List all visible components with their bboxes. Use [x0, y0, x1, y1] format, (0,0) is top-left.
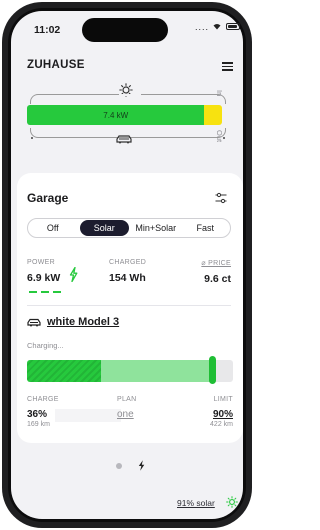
mode-fast[interactable]: Fast — [181, 220, 231, 236]
limit-label: LIMIT — [213, 396, 233, 403]
mode-off[interactable]: Off — [28, 220, 78, 236]
loadpoint-title: Garage — [27, 191, 69, 205]
plan-value[interactable]: one — [117, 409, 137, 420]
loadpoint-card: Garage Off Solar Min+Solar Fast POWER 6.… — [17, 173, 243, 443]
charge-column: CHARGE 36% 169 km — [27, 396, 59, 428]
price-value: 9.6 ct — [204, 273, 231, 285]
limit-slider-handle[interactable] — [209, 356, 217, 384]
flow-dot-left — [31, 137, 33, 139]
charge-value: 36% — [27, 409, 48, 420]
divider — [27, 305, 231, 306]
vehicle-row[interactable]: white Model 3 — [27, 316, 119, 328]
charged-value: 154 Wh — [109, 272, 146, 284]
power-bar-label: 7.4 kW — [103, 110, 129, 120]
wifi-icon — [213, 22, 225, 32]
car-icon — [116, 135, 132, 144]
limit-value[interactable]: 90% — [187, 409, 233, 420]
sliders-icon[interactable] — [215, 192, 227, 204]
soc-bar — [27, 360, 233, 382]
charge-range: 169 km — [27, 421, 50, 428]
plan-label: PLAN — [117, 396, 137, 403]
signal-icon: .... — [195, 22, 210, 32]
flow-label-out: Out — [215, 130, 224, 143]
solar-percentage-link[interactable]: 91% solar — [177, 498, 215, 508]
energy-flow[interactable]: 7.4 kW — [27, 80, 229, 146]
limit-column[interactable]: LIMIT 90% 422 km — [187, 396, 233, 428]
grid-fill — [204, 105, 222, 125]
power-label: POWER — [27, 259, 55, 266]
price-stat[interactable]: ⌀ PRICE 9.6 ct — [185, 259, 231, 285]
power-bar: 7.4 kW — [27, 105, 222, 125]
price-label[interactable]: ⌀ PRICE — [185, 259, 231, 267]
bolt-icon — [69, 267, 78, 282]
mode-min-solar[interactable]: Min+Solar — [131, 220, 181, 236]
flow-line-in — [30, 94, 226, 104]
bolt-icon[interactable] — [138, 460, 145, 471]
pager-dot[interactable] — [116, 463, 122, 469]
overlay-block — [55, 409, 121, 422]
target-fill — [101, 360, 213, 382]
limit-range: 422 km — [210, 421, 233, 428]
site-title: ZUHAUSE — [27, 59, 85, 71]
soc-fill — [27, 360, 102, 382]
sun-icon — [226, 496, 238, 508]
mode-solar[interactable]: Solar — [79, 220, 129, 236]
car-icon — [27, 318, 41, 326]
status-time: 11:02 — [34, 24, 61, 36]
vehicle-name[interactable]: white Model 3 — [47, 316, 119, 328]
flow-label-in: In — [215, 90, 224, 97]
power-stat: POWER 6.9 kW — [27, 259, 60, 284]
power-dashes — [29, 291, 61, 293]
vehicle-status: Charging... — [27, 341, 64, 350]
power-value: 6.9 kW — [27, 272, 61, 284]
status-icons: .... — [195, 22, 241, 32]
mode-selector: Off Solar Min+Solar Fast — [27, 218, 231, 238]
hamburger-icon[interactable] — [222, 62, 233, 71]
charge-label: CHARGE — [27, 396, 59, 403]
charged-stat: CHARGED 154 Wh — [109, 259, 146, 284]
plan-column[interactable]: PLAN one — [117, 396, 137, 420]
battery-icon — [226, 23, 241, 30]
charged-label: CHARGED — [109, 259, 147, 266]
dynamic-island — [82, 18, 168, 42]
